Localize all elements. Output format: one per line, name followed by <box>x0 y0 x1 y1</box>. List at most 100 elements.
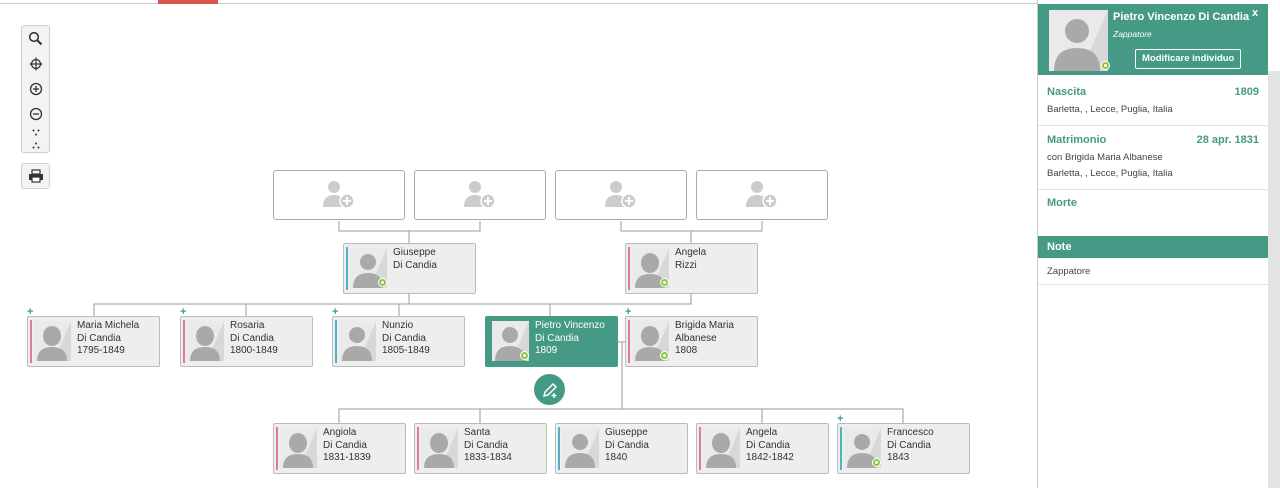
person-dates: 1795-1849 <box>77 345 125 356</box>
person-name: Francesco <box>887 427 934 438</box>
person-name: Angiola <box>323 427 357 438</box>
status-badge <box>520 351 529 360</box>
person-card-sibling[interactable]: Maria Michela Di Candia 1795-1849 <box>27 316 160 367</box>
person-name: Maria Michela <box>77 320 140 331</box>
gender-bar <box>335 320 337 363</box>
gender-bar <box>183 320 185 363</box>
birth-place: Barletta, , Lecce, Puglia, Italia <box>1047 104 1173 115</box>
person-surname: Rizzi <box>675 259 697 271</box>
female-silhouette-icon <box>187 321 224 361</box>
add-person-icon <box>464 181 496 209</box>
person-surname: Di Candia <box>393 259 437 271</box>
person-card-sibling[interactable]: Nunzio Di Candia 1805-1849 <box>332 316 465 367</box>
person-dates: 1808 <box>675 345 698 356</box>
add-person-icon <box>605 181 637 209</box>
avatar <box>421 428 458 468</box>
gender-bar <box>30 320 32 363</box>
person-dates: 1805-1849 <box>382 345 430 356</box>
person-card-selected[interactable]: Pietro Vincenzo Di Candia 1809 <box>485 316 618 367</box>
person-dates: 1842-1842 <box>746 452 794 463</box>
marriage-date: 28 apr. 1831 <box>1196 134 1259 146</box>
person-card-child[interactable]: Angiola Di Candia 1831-1839 <box>273 423 406 474</box>
status-badge <box>660 278 669 287</box>
person-dates: 1840 <box>605 452 628 463</box>
panel-person-name: Pietro Vincenzo Di Candia <box>1113 11 1250 23</box>
person-surname: Di Candia <box>323 439 367 451</box>
person-name: Giuseppe <box>605 427 648 438</box>
tree-connectors <box>93 221 904 423</box>
person-name: Rosaria <box>230 320 265 331</box>
marriage-title: Matrimonio <box>1047 134 1107 146</box>
person-surname: Di Candia <box>382 332 426 344</box>
person-name: Giuseppe <box>393 247 436 258</box>
gender-bar <box>840 427 842 470</box>
birth-date: 1809 <box>1234 86 1259 98</box>
marriage-section: Matrimonio 28 apr. 1831 con Brigida Mari… <box>1038 125 1268 190</box>
death-section: Morte <box>1038 189 1268 225</box>
birth-title: Nascita <box>1047 86 1087 98</box>
person-name: Brigida Maria <box>675 320 734 331</box>
note-text: Zappatore <box>1047 266 1091 277</box>
person-dates: 1809 <box>535 345 558 356</box>
avatar <box>339 321 376 361</box>
person-card-father[interactable]: Giuseppe Di Candia <box>343 243 476 294</box>
panel-header: Pietro Vincenzo Di Candia Zappatore x Mo… <box>1038 4 1268 75</box>
person-card-child[interactable]: Angela Di Candia 1842-1842 <box>696 423 829 474</box>
avatar <box>562 428 599 468</box>
person-surname: Di Candia <box>230 332 274 344</box>
status-badge <box>378 278 387 287</box>
male-silhouette-icon <box>562 428 599 468</box>
panel-occupation: Zappatore <box>1113 29 1152 39</box>
person-card-child[interactable]: Giuseppe Di Candia 1840 <box>555 423 688 474</box>
add-grandparent-slot[interactable] <box>414 170 546 220</box>
note-header: Note <box>1038 236 1268 258</box>
female-silhouette-icon <box>34 321 71 361</box>
female-silhouette-icon <box>280 428 317 468</box>
person-surname: Di Candia <box>464 439 508 451</box>
status-badge <box>872 458 881 467</box>
person-name: Angela <box>746 427 778 438</box>
avatar <box>703 428 740 468</box>
person-name: Angela <box>675 247 707 258</box>
add-grandparent-slot[interactable] <box>555 170 687 220</box>
gender-bar <box>417 427 419 470</box>
edit-person-button[interactable] <box>534 374 565 405</box>
person-card-mother[interactable]: Angela Rizzi <box>625 243 758 294</box>
gender-bar <box>276 427 278 470</box>
gender-bar <box>628 247 630 290</box>
male-silhouette-icon <box>1049 10 1108 71</box>
person-card-sibling[interactable]: Rosaria Di Candia 1800-1849 <box>180 316 313 367</box>
male-silhouette-icon <box>339 321 376 361</box>
person-card-spouse[interactable]: Brigida Maria Albanese 1808 <box>625 316 758 367</box>
marriage-place: Barletta, , Lecce, Puglia, Italia <box>1047 168 1173 179</box>
person-card-child[interactable]: Santa Di Candia 1833-1834 <box>414 423 547 474</box>
birth-section: Nascita 1809 Barletta, , Lecce, Puglia, … <box>1038 75 1268 126</box>
person-card-child[interactable]: Francesco Di Candia 1843 <box>837 423 970 474</box>
gender-bar <box>628 320 630 363</box>
pencil-icon <box>542 382 557 398</box>
person-surname: Di Candia <box>887 439 931 451</box>
person-dates: 1843 <box>887 452 910 463</box>
panel-scrollbar[interactable] <box>1268 71 1280 488</box>
avatar <box>280 428 317 468</box>
close-panel-button[interactable]: x <box>1252 7 1258 19</box>
person-dates: 1833-1834 <box>464 452 512 463</box>
person-surname: Di Candia <box>535 332 579 344</box>
add-grandparent-slot[interactable] <box>696 170 828 220</box>
person-name: Pietro Vincenzo <box>535 320 605 331</box>
add-person-icon <box>323 181 355 209</box>
add-person-icon <box>746 181 778 209</box>
female-silhouette-icon <box>421 428 458 468</box>
person-surname: Di Candia <box>746 439 790 451</box>
gender-bar <box>699 427 701 470</box>
edit-individual-button[interactable]: Modificare individuo <box>1135 49 1242 69</box>
person-name: Santa <box>464 427 491 438</box>
person-detail-panel: Pietro Vincenzo Di Candia Zappatore x Mo… <box>1037 0 1280 488</box>
female-silhouette-icon <box>703 428 740 468</box>
person-surname: Di Candia <box>77 332 121 344</box>
add-grandparent-slot[interactable] <box>273 170 405 220</box>
gender-bar <box>558 427 560 470</box>
person-name: Nunzio <box>382 320 414 331</box>
avatar <box>34 321 71 361</box>
status-badge <box>1101 61 1110 70</box>
